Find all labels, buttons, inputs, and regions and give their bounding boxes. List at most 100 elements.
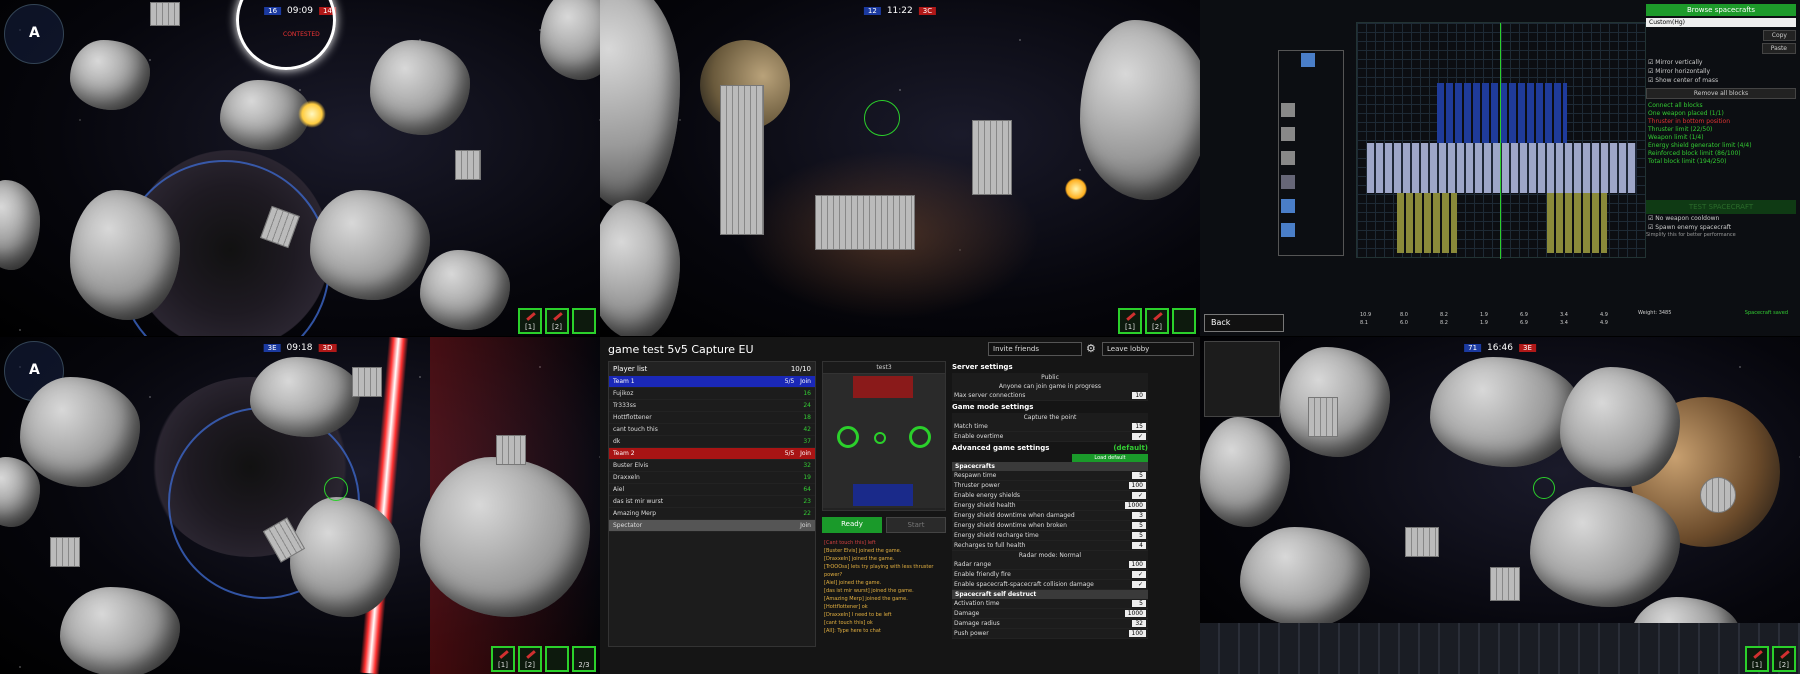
overtime-checkbox[interactable]: ✓ xyxy=(1132,433,1146,440)
palette-block[interactable] xyxy=(1281,103,1295,117)
game-mode-title: Game mode settings xyxy=(952,403,1034,411)
setting-label: Enable spacecraft-spacecraft collision d… xyxy=(954,581,1094,588)
lobby-settings: Server settings Public Anyone can join g… xyxy=(952,361,1148,647)
setting-input[interactable]: ✓ xyxy=(1132,571,1146,578)
leave-lobby-button[interactable]: Leave lobby xyxy=(1102,342,1194,356)
weapon-slot[interactable]: 2/3 xyxy=(572,646,596,672)
weapon-bar: [1] [2] xyxy=(1118,308,1196,334)
weapon-slot[interactable]: [2] xyxy=(1145,308,1169,334)
build-grid[interactable] xyxy=(1356,22,1646,259)
join-spectator-button[interactable]: Join xyxy=(800,522,811,529)
contested-label: CONTESTED xyxy=(283,31,320,38)
palette-block[interactable] xyxy=(1301,53,1315,67)
weapon-slot[interactable]: [2] xyxy=(518,646,542,672)
chat-message: [All]: Type here to chat xyxy=(824,628,881,634)
spawn-enemy-checkbox[interactable]: Spawn enemy spacecraft xyxy=(1646,223,1796,232)
chat-message: [Cant touch this] left xyxy=(824,540,876,546)
setting-row: Recharges to full health 4 xyxy=(952,541,1148,551)
gear-icon[interactable]: ⚙ xyxy=(1086,342,1096,355)
setting-input[interactable]: ✓ xyxy=(1132,581,1146,588)
gameplay-bottom-left: A 3E 09:18 3D [1] [2] 2/3 xyxy=(0,337,600,674)
weapon-slot[interactable]: [1] xyxy=(518,308,542,334)
load-default-button[interactable]: Load default xyxy=(1072,454,1148,462)
spacecraft xyxy=(720,85,764,235)
weapon-slot[interactable] xyxy=(1172,308,1196,334)
test-spacecraft-button[interactable]: TEST SPACECRAFT xyxy=(1646,200,1796,214)
weapon-slot[interactable]: [1] xyxy=(1745,646,1769,672)
setting-label: Respawn time xyxy=(954,472,997,479)
remove-all-button[interactable]: Remove all blocks xyxy=(1646,88,1796,99)
radar-mode-select[interactable]: Radar mode: Normal xyxy=(952,551,1148,560)
setting-input[interactable]: 1000 xyxy=(1124,502,1146,509)
aim-reticle xyxy=(324,477,348,501)
start-button[interactable]: Start xyxy=(886,517,946,533)
setting-input[interactable]: 4 xyxy=(1132,542,1146,549)
stat-value: 10.9 xyxy=(1360,312,1372,318)
setting-input[interactable]: 5 xyxy=(1132,600,1146,607)
setting-input[interactable]: 1000 xyxy=(1124,610,1146,617)
setting-label: Energy shield recharge time xyxy=(954,532,1039,539)
setting-row: Damage radius 32 xyxy=(952,619,1148,629)
setting-input[interactable]: 100 xyxy=(1128,561,1146,568)
center-of-mass-checkbox[interactable]: Show center of mass xyxy=(1646,76,1796,85)
stat-value: 3.4 xyxy=(1560,320,1568,326)
weapon-slot[interactable] xyxy=(572,308,596,334)
match-time-input[interactable]: 15 xyxy=(1132,423,1146,430)
browse-spacecrafts-button[interactable]: Browse spacecrafts xyxy=(1646,4,1796,16)
spacecraft xyxy=(352,367,382,397)
capture-point xyxy=(874,432,886,444)
setting-row: Radar range 100 xyxy=(952,560,1148,570)
mirror-horizontally-checkbox[interactable]: Mirror horizontally xyxy=(1646,67,1796,76)
invite-friends-button[interactable]: Invite friends xyxy=(988,342,1082,356)
server-visibility-select[interactable]: Public xyxy=(952,373,1148,382)
weapon-slot[interactable]: [1] xyxy=(1118,308,1142,334)
paste-button[interactable]: Paste xyxy=(1761,43,1796,54)
setting-input[interactable]: 100 xyxy=(1128,482,1146,489)
palette-block[interactable] xyxy=(1281,151,1295,165)
max-connections-row: Max server connections 10 xyxy=(952,391,1148,401)
red-base xyxy=(853,376,913,398)
setting-input[interactable]: 3 xyxy=(1132,512,1146,519)
validation-item: Thruster limit (22/50) xyxy=(1648,126,1713,133)
match-timer: 09:18 xyxy=(286,343,313,353)
spacecraft xyxy=(1700,477,1736,513)
no-weapon-cooldown-checkbox[interactable]: No weapon cooldown xyxy=(1646,214,1796,223)
setting-input[interactable]: ✓ xyxy=(1132,492,1146,499)
setting-input[interactable]: 32 xyxy=(1132,620,1146,627)
palette-block[interactable] xyxy=(1281,175,1295,189)
weapon-slot[interactable]: [1] xyxy=(491,646,515,672)
map-select[interactable]: test3 xyxy=(823,362,945,374)
join-team-2-button[interactable]: Join xyxy=(800,450,811,457)
spacecraft-name-input[interactable]: Custom(Hg) xyxy=(1646,18,1796,27)
weapon-slot[interactable]: [2] xyxy=(1772,646,1796,672)
setting-label: Damage radius xyxy=(954,620,1000,627)
ship-thrusters xyxy=(1547,193,1607,253)
player-row: dk 37 xyxy=(609,436,815,448)
stat-value: 6.0 xyxy=(1400,320,1408,326)
gameplay-top-center: 12 11:22 3C [1] [2] xyxy=(600,0,1200,336)
weapon-slot[interactable] xyxy=(545,646,569,672)
weapon-slot[interactable]: [2] xyxy=(545,308,569,334)
ready-button[interactable]: Ready xyxy=(822,517,882,533)
join-team-1-button[interactable]: Join xyxy=(800,378,811,385)
game-mode-select[interactable]: Capture the point xyxy=(952,413,1148,422)
mirror-vertically-checkbox[interactable]: Mirror vertically xyxy=(1646,58,1796,67)
chat-message: [Draxxeln] I need to be left xyxy=(824,612,892,618)
palette-block[interactable] xyxy=(1281,223,1295,237)
back-button[interactable]: Back xyxy=(1204,314,1284,332)
setting-input[interactable]: 5 xyxy=(1132,522,1146,529)
max-connections-input[interactable]: 10 xyxy=(1132,392,1146,399)
setting-label: Enable energy shields xyxy=(954,492,1021,499)
copy-button[interactable]: Copy xyxy=(1762,30,1796,41)
minimap xyxy=(1204,341,1280,417)
setting-input[interactable]: 100 xyxy=(1128,630,1146,637)
team-2-header: Team 2 5/5 Join xyxy=(609,448,815,460)
mirror-axis xyxy=(1500,23,1501,259)
asteroid xyxy=(420,457,590,617)
palette-block[interactable] xyxy=(1281,199,1295,213)
palette-block[interactable] xyxy=(1281,127,1295,141)
setting-input[interactable]: 5 xyxy=(1132,472,1146,479)
asteroid xyxy=(540,0,600,80)
player-row: Draxxeln 19 xyxy=(609,472,815,484)
setting-input[interactable]: 5 xyxy=(1132,532,1146,539)
